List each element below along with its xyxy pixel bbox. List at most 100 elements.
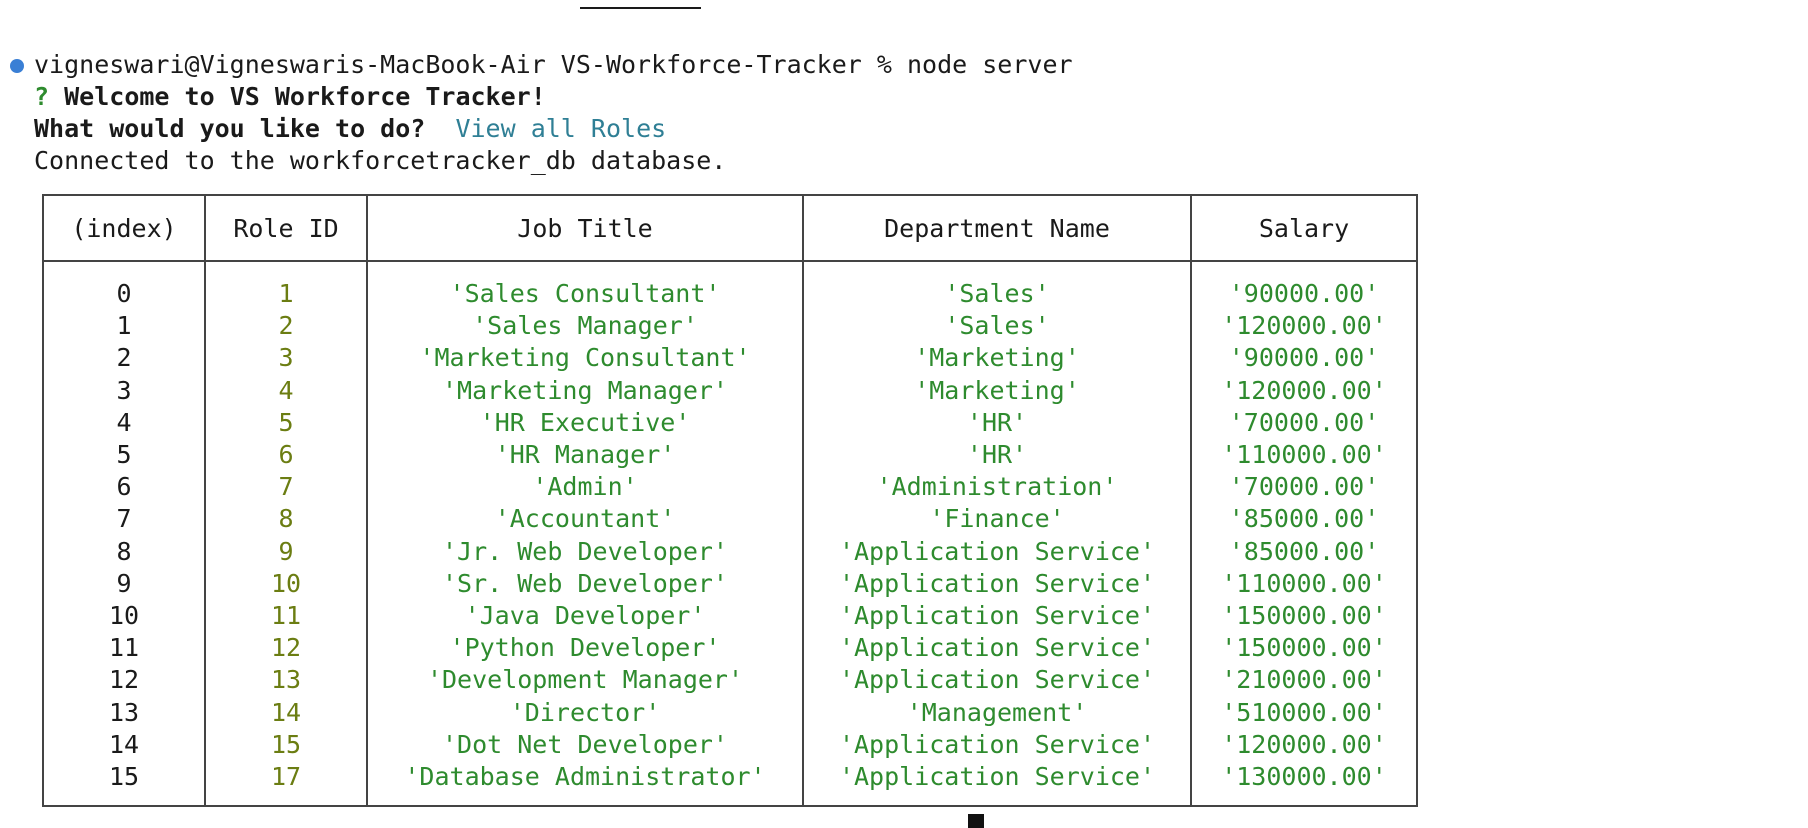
table-row: 8 9 'Jr. Web Developer' 'Application Servic… xyxy=(42,535,1418,568)
cell-index: 10 xyxy=(42,599,206,633)
prompt-question: What would you like to do? xyxy=(34,114,426,143)
cell-index: 3 xyxy=(42,374,206,407)
cell-index: 1 xyxy=(42,310,206,343)
cell-department-name: 'HR' xyxy=(802,438,1192,472)
table-row: 12 13 'Development Manager' 'Application Se… xyxy=(42,664,1418,697)
cell-salary: '70000.00' xyxy=(1190,406,1418,439)
command-line: vigneswari@Vigneswaris-MacBook-Air VS-Wo… xyxy=(34,49,1073,81)
header-index: (index) xyxy=(42,194,206,262)
cell-index: 9 xyxy=(42,567,206,600)
cell-salary: '120000.00' xyxy=(1190,728,1418,761)
cell-index: 8 xyxy=(42,535,206,568)
command-text: node server xyxy=(906,50,1073,79)
cell-role-id: 17 xyxy=(204,760,368,808)
command-status-dot-icon[interactable] xyxy=(10,59,24,73)
cell-job-title: 'Python Developer' xyxy=(366,632,804,665)
cell-salary: '110000.00' xyxy=(1190,567,1418,600)
cell-department-name: 'Application Service' xyxy=(802,599,1192,633)
cell-department-name: 'Application Service' xyxy=(802,760,1192,808)
cell-salary: '85000.00' xyxy=(1190,503,1418,536)
table-row: 7 8 'Accountant' 'Finance' '85000.00' xyxy=(42,503,1418,536)
cell-department-name: 'Application Service' xyxy=(802,728,1192,761)
cell-job-title: 'Sales Manager' xyxy=(366,310,804,343)
cell-job-title: 'Sr. Web Developer' xyxy=(366,567,804,600)
welcome-line: ? Welcome to VS Workforce Tracker! xyxy=(34,81,546,113)
shell-prompt: vigneswari@Vigneswaris-MacBook-Air VS-Wo… xyxy=(34,50,907,79)
cell-index: 15 xyxy=(42,760,206,808)
cell-role-id: 14 xyxy=(204,696,368,729)
cell-job-title: 'Marketing Manager' xyxy=(366,374,804,407)
cell-index: 5 xyxy=(42,438,206,472)
welcome-text: Welcome to VS Workforce Tracker! xyxy=(64,82,546,111)
cell-role-id: 7 xyxy=(204,471,368,504)
cell-role-id: 15 xyxy=(204,728,368,761)
table-row: 15 17 'Database Administrator' 'Application… xyxy=(42,760,1418,808)
table-row: 2 3 'Marketing Consultant' 'Marketing' '9000… xyxy=(42,342,1418,375)
cell-index: 12 xyxy=(42,664,206,697)
cell-salary: '120000.00' xyxy=(1190,374,1418,407)
roles-table: (index) Role ID Job Title Department Nam… xyxy=(42,194,1418,808)
table-row: 5 6 'HR Manager' 'HR' '110000.00' xyxy=(42,438,1418,472)
table-row: 14 15 'Dot Net Developer' 'Application Serv… xyxy=(42,728,1418,761)
terminal-cursor[interactable] xyxy=(968,814,984,828)
cell-job-title: 'Sales Consultant' xyxy=(366,261,804,311)
cell-index: 6 xyxy=(42,471,206,504)
table-row: 3 4 'Marketing Manager' 'Marketing' '120000.… xyxy=(42,374,1418,407)
cell-index: 0 xyxy=(42,261,206,311)
cell-job-title: 'Jr. Web Developer' xyxy=(366,535,804,568)
header-department-name: Department Name xyxy=(802,194,1192,262)
cell-salary: '85000.00' xyxy=(1190,535,1418,568)
table-row: 4 5 'HR Executive' 'HR' '70000.00' xyxy=(42,406,1418,439)
connection-message: Connected to the workforcetracker_db dat… xyxy=(34,146,727,175)
cell-salary: '90000.00' xyxy=(1190,261,1418,311)
cell-department-name: 'Application Service' xyxy=(802,535,1192,568)
cell-salary: '210000.00' xyxy=(1190,664,1418,697)
cell-role-id: 1 xyxy=(204,261,368,311)
table-row: 11 12 'Python Developer' 'Application Servi… xyxy=(42,632,1418,665)
question-mark-icon: ? xyxy=(34,82,50,111)
cell-index: 13 xyxy=(42,696,206,729)
cell-department-name: 'HR' xyxy=(802,406,1192,439)
prompt-question-line: What would you like to do? View all Role… xyxy=(34,113,666,145)
cell-job-title: 'Dot Net Developer' xyxy=(366,728,804,761)
cell-role-id: 11 xyxy=(204,599,368,633)
cell-department-name: 'Sales' xyxy=(802,261,1192,311)
table-row: 6 7 'Admin' 'Administration' '70000.00' xyxy=(42,471,1418,504)
cell-job-title: 'Java Developer' xyxy=(366,599,804,633)
table-row: 1 2 'Sales Manager' 'Sales' '120000.00' xyxy=(42,310,1418,343)
cell-job-title: 'Admin' xyxy=(366,471,804,504)
cell-salary: '90000.00' xyxy=(1190,342,1418,375)
cell-salary: '70000.00' xyxy=(1190,471,1418,504)
cell-job-title: 'Marketing Consultant' xyxy=(366,342,804,375)
cell-role-id: 8 xyxy=(204,503,368,536)
cell-department-name: 'Finance' xyxy=(802,503,1192,536)
cell-job-title: 'Accountant' xyxy=(366,503,804,536)
cell-role-id: 13 xyxy=(204,664,368,697)
cell-department-name: 'Management' xyxy=(802,696,1192,729)
cell-salary: '110000.00' xyxy=(1190,438,1418,472)
cell-index: 7 xyxy=(42,503,206,536)
tab-underline xyxy=(580,7,701,9)
cell-job-title: 'Development Manager' xyxy=(366,664,804,697)
cell-department-name: 'Sales' xyxy=(802,310,1192,343)
cell-job-title: 'HR Manager' xyxy=(366,438,804,472)
table-row: 0 1 'Sales Consultant' 'Sales' '90000.00' xyxy=(42,261,1418,311)
cell-role-id: 5 xyxy=(204,406,368,439)
cell-job-title: 'HR Executive' xyxy=(366,406,804,439)
cell-department-name: 'Marketing' xyxy=(802,342,1192,375)
cell-salary: '150000.00' xyxy=(1190,599,1418,633)
cell-salary: '510000.00' xyxy=(1190,696,1418,729)
cell-salary: '150000.00' xyxy=(1190,632,1418,665)
cell-index: 11 xyxy=(42,632,206,665)
table-row: 9 10 'Sr. Web Developer' 'Application Servi… xyxy=(42,567,1418,600)
cell-salary: '120000.00' xyxy=(1190,310,1418,343)
table-row: 10 11 'Java Developer' 'Application Service… xyxy=(42,599,1418,633)
table-body: 0 1 'Sales Consultant' 'Sales' '90000.00' 1 2 '… xyxy=(42,261,1418,808)
header-role-id: Role ID xyxy=(204,194,368,262)
cell-role-id: 9 xyxy=(204,535,368,568)
cell-role-id: 12 xyxy=(204,632,368,665)
cell-department-name: 'Administration' xyxy=(802,471,1192,504)
header-job-title: Job Title xyxy=(366,194,804,262)
cell-job-title: 'Database Administrator' xyxy=(366,760,804,808)
cell-index: 14 xyxy=(42,728,206,761)
